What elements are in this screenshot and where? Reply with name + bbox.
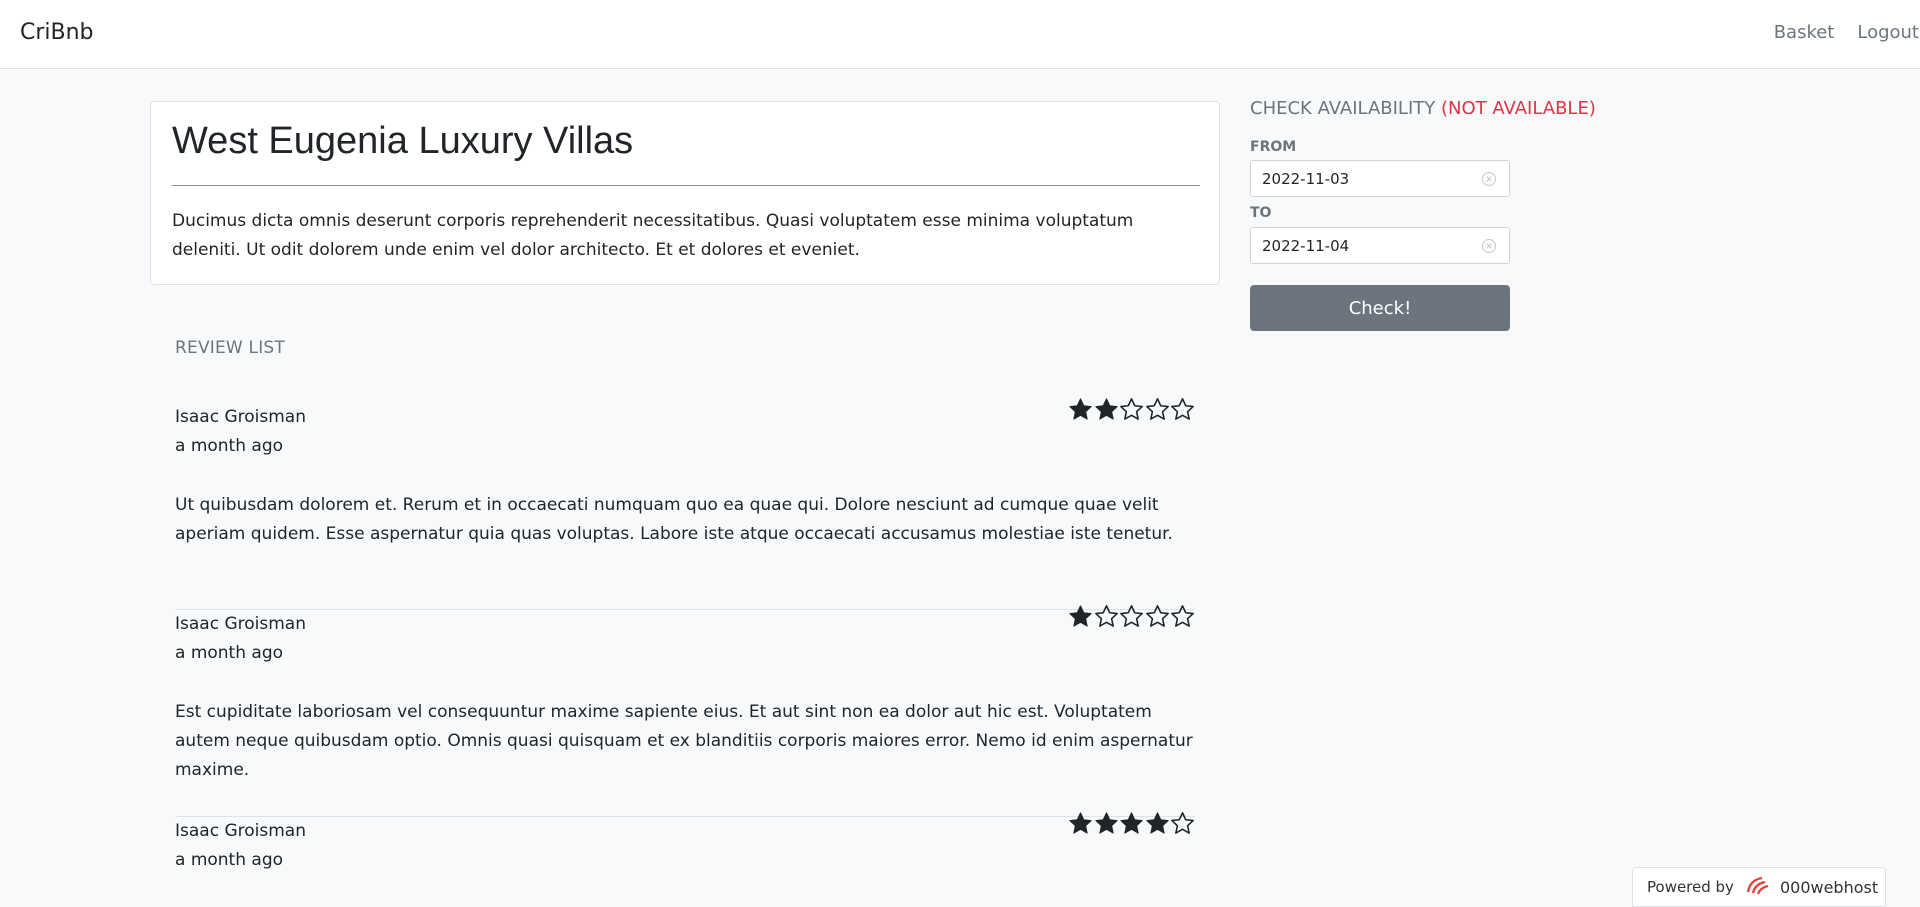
- nav-links: Basket Logout: [1774, 22, 1920, 43]
- to-date-field: [1250, 227, 1510, 264]
- star-empty-icon: [1171, 398, 1194, 420]
- review-author: Isaac Groisman: [175, 407, 306, 427]
- navbar: CriBnb Basket Logout: [0, 0, 1920, 69]
- clear-icon[interactable]: [1481, 238, 1497, 254]
- star-filled-icon: [1094, 812, 1118, 834]
- star-filled-icon: [1069, 812, 1092, 834]
- star-empty-icon: [1171, 605, 1194, 627]
- star-empty-icon: [1094, 605, 1118, 627]
- powered-by-label: Powered by: [1647, 878, 1734, 896]
- review-item: Isaac Groisman a month ago Ut quibusdam …: [175, 398, 1195, 610]
- star-filled-icon: [1069, 605, 1092, 627]
- star-empty-icon: [1145, 398, 1169, 420]
- review-date: a month ago: [175, 643, 284, 663]
- review-rating: [1068, 604, 1196, 629]
- star-empty-icon: [1120, 605, 1143, 627]
- webhost-logo-icon: [1744, 874, 1774, 900]
- to-date-input[interactable]: [1251, 228, 1471, 263]
- review-item: Isaac Groisman a month ago: [175, 812, 1195, 902]
- star-empty-icon: [1145, 605, 1169, 627]
- star-filled-icon: [1145, 812, 1169, 834]
- review-text: Est cupiditate laboriosam vel consequunt…: [175, 702, 1193, 780]
- clear-icon[interactable]: [1481, 171, 1497, 187]
- star-filled-icon: [1069, 398, 1092, 420]
- availability-status: (NOT AVAILABLE): [1441, 98, 1596, 119]
- star-filled-icon: [1120, 812, 1143, 834]
- check-button[interactable]: Check!: [1250, 285, 1510, 331]
- listing-description: Ducimus dicta omnis deserunt corporis re…: [172, 211, 1134, 260]
- star-filled-icon: [1094, 398, 1118, 420]
- listing-card: West Eugenia Luxury Villas Ducimus dicta…: [150, 101, 1220, 285]
- review-rating: [1068, 811, 1196, 836]
- title-divider: [172, 185, 1200, 186]
- listing-title: West Eugenia Luxury Villas: [172, 120, 634, 162]
- review-item: Isaac Groisman a month ago Est cupiditat…: [175, 605, 1195, 817]
- review-date: a month ago: [175, 436, 284, 456]
- availability-title: CHECK AVAILABILITY: [1250, 98, 1436, 119]
- review-rating: [1068, 397, 1196, 422]
- from-date-field: [1250, 160, 1510, 197]
- to-label: TO: [1250, 205, 1272, 221]
- from-label: FROM: [1250, 139, 1297, 155]
- review-author: Isaac Groisman: [175, 821, 306, 841]
- star-empty-icon: [1120, 398, 1143, 420]
- basket-link[interactable]: Basket: [1774, 22, 1835, 43]
- review-author: Isaac Groisman: [175, 614, 306, 634]
- powered-by-badge[interactable]: Powered by 000webhost: [1632, 867, 1886, 907]
- logout-link[interactable]: Logout: [1857, 22, 1919, 43]
- review-text: Ut quibusdam dolorem et. Rerum et in occ…: [175, 495, 1173, 544]
- review-list-heading: REVIEW LIST: [175, 338, 286, 358]
- from-date-input[interactable]: [1251, 161, 1471, 196]
- availability-heading: CHECK AVAILABILITY (NOT AVAILABLE): [1250, 98, 1596, 119]
- webhost-name: 000webhost: [1779, 877, 1879, 897]
- star-empty-icon: [1171, 812, 1194, 834]
- review-date: a month ago: [175, 850, 284, 870]
- brand-link[interactable]: CriBnb: [20, 20, 94, 45]
